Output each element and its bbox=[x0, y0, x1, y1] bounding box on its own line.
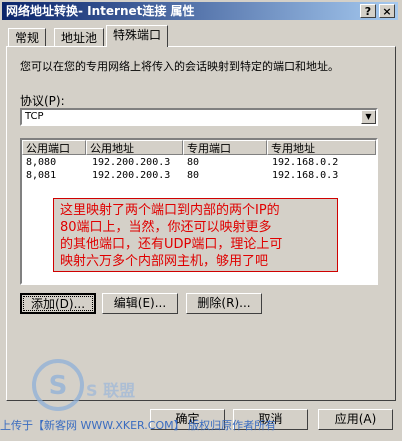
title-bar[interactable]: 网络地址转换- Internet连接 属性 bbox=[2, 2, 398, 20]
protocol-value: TCP bbox=[25, 111, 44, 122]
tab-address-pool[interactable]: 地址池 bbox=[54, 28, 105, 47]
table-row[interactable]: 8,081 192.200.200.3 80 192.168.0.3 bbox=[22, 170, 376, 183]
cell-private-address: 192.168.0.3 bbox=[272, 170, 339, 181]
cell-private-port: 80 bbox=[187, 157, 200, 168]
add-button[interactable]: 添加(D)... bbox=[20, 293, 96, 314]
tab-general[interactable]: 常规 bbox=[8, 28, 47, 47]
help-button[interactable]: ? bbox=[360, 4, 376, 18]
cell-public-address: 192.200.200.3 bbox=[92, 170, 171, 181]
logo-text: S 联盟 bbox=[86, 381, 136, 400]
protocol-label: 协议(P): bbox=[20, 94, 65, 108]
chevron-down-icon[interactable]: ▼ bbox=[361, 110, 376, 124]
cell-public-port: 8,081 bbox=[26, 170, 57, 181]
annotation-line-3: 的其他端口，还有UDP端口，理论上可 bbox=[60, 237, 283, 252]
col-header-private-address[interactable]: 专用地址 bbox=[267, 140, 376, 155]
annotation-box: 这里映射了两个端口到内部的两个IP的 80端口上，当然，你还可以映射更多 的其他… bbox=[53, 198, 338, 272]
watermark-logo: S S 联盟 bbox=[30, 357, 140, 417]
annotation-line-4: 映射六万多个内部网主机，够用了吧 bbox=[60, 254, 269, 269]
delete-button[interactable]: 删除(R)... bbox=[186, 293, 262, 314]
window-title: 网络地址转换- Internet连接 属性 bbox=[6, 4, 195, 18]
dialog-window: 网络地址转换- Internet连接 属性 ? × 常规 地址池 特殊端口 您可… bbox=[0, 0, 402, 441]
watermark-text: 上传于【新客网 WWW.XKER.COM】 版权归原作者所有 bbox=[0, 419, 277, 432]
col-header-private-port[interactable]: 专用端口 bbox=[183, 140, 267, 155]
cell-public-port: 8,080 bbox=[26, 157, 57, 168]
annotation-line-1: 这里映射了两个端口到内部的两个IP的 bbox=[60, 203, 280, 218]
annotation-line-2: 80端口上，当然，你还可以映射更多 bbox=[60, 220, 272, 235]
protocol-select[interactable]: TCP ▼ bbox=[20, 108, 378, 126]
logo-s-icon: S bbox=[32, 359, 84, 411]
cell-private-address: 192.168.0.2 bbox=[272, 157, 339, 168]
description-text: 您可以在您的专用网络上将传入的会话映射到特定的端口和地址。 bbox=[20, 60, 339, 73]
col-header-public-address[interactable]: 公用地址 bbox=[86, 140, 183, 155]
apply-button[interactable]: 应用(A) bbox=[318, 409, 393, 430]
svg-text:S: S bbox=[49, 371, 68, 401]
table-row[interactable]: 8,080 192.200.200.3 80 192.168.0.2 bbox=[22, 157, 376, 170]
edit-button[interactable]: 编辑(E)... bbox=[102, 293, 178, 314]
tab-special-ports[interactable]: 特殊端口 bbox=[106, 25, 169, 47]
cell-public-address: 192.200.200.3 bbox=[92, 157, 171, 168]
close-button[interactable]: × bbox=[379, 4, 395, 18]
cell-private-port: 80 bbox=[187, 170, 200, 181]
col-header-public-port[interactable]: 公用端口 bbox=[22, 140, 86, 155]
